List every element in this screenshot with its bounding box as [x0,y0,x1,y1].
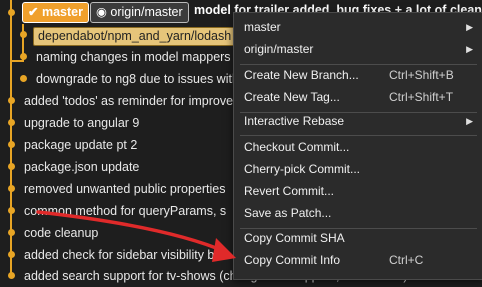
branch-label: master [41,5,83,19]
commit-row[interactable]: package update pt 2 [24,134,137,156]
graph-lane-branch-join [12,60,24,62]
menu-item-branch-origin-master[interactable]: origin/master ▶ [234,38,482,60]
check-icon: ✔ [28,5,39,19]
commit-row[interactable]: downgrade to ng8 due to issues with [36,68,239,90]
commit-row[interactable]: package.json update [24,156,139,178]
context-menu: master ▶ origin/master ▶ Create New Bran… [233,12,482,280]
commit-row[interactable]: upgrade to angular 9 [24,112,139,134]
menu-item-save-patch[interactable]: Save as Patch... [234,202,482,224]
commit-dot [8,229,15,236]
commit-row[interactable]: added check for sidebar visibility b [24,244,214,266]
branch-label: origin/master [110,5,183,19]
commit-dot [20,31,27,38]
commit-dot [8,119,15,126]
menu-item-create-tag[interactable]: Create New Tag... Ctrl+Shift+T [234,86,482,108]
graph-lane-main [10,0,12,278]
commit-row[interactable]: code cleanup [24,222,98,244]
menu-item-checkout-commit[interactable]: Checkout Commit... [234,136,482,158]
menu-item-create-branch[interactable]: Create New Branch... Ctrl+Shift+B [234,64,482,86]
commit-dot [20,53,27,60]
menu-item-copy-commit-info[interactable]: Copy Commit Info Ctrl+C [234,249,482,271]
menu-item-interactive-rebase[interactable]: Interactive Rebase ▶ [234,110,482,132]
menu-item-copy-sha[interactable]: Copy Commit SHA [234,227,482,249]
commit-dot [8,163,15,170]
branch-badge-origin[interactable]: ◉ origin/master [90,2,189,23]
menu-item-cherry-pick[interactable]: Cherry-pick Commit... [234,158,482,180]
github-icon: ◉ [96,5,107,19]
commit-dot [8,251,15,258]
menu-item-branch-master[interactable]: master ▶ [234,16,482,38]
commit-row[interactable]: removed unwanted public properties [24,178,226,200]
branch-badge-dependabot[interactable]: dependabot/npm_and_yarn/lodash [33,27,237,46]
commit-dot [20,75,27,82]
submenu-arrow-icon: ▶ [466,116,473,126]
commit-dot [8,97,15,104]
commit-row[interactable]: common method for queryParams, s [24,200,226,222]
commit-dot [8,141,15,148]
submenu-arrow-icon: ▶ [466,22,473,32]
commit-dot [8,185,15,192]
commit-dot [8,207,15,214]
branch-badge-master[interactable]: ✔ master [22,2,89,23]
submenu-arrow-icon: ▶ [466,44,473,54]
commit-row[interactable]: naming changes in model mappers [36,46,231,68]
commit-dot [8,9,15,16]
commit-row[interactable]: added 'todos' as reminder for improvemen… [24,90,267,112]
menu-item-revert-commit[interactable]: Revert Commit... [234,180,482,202]
